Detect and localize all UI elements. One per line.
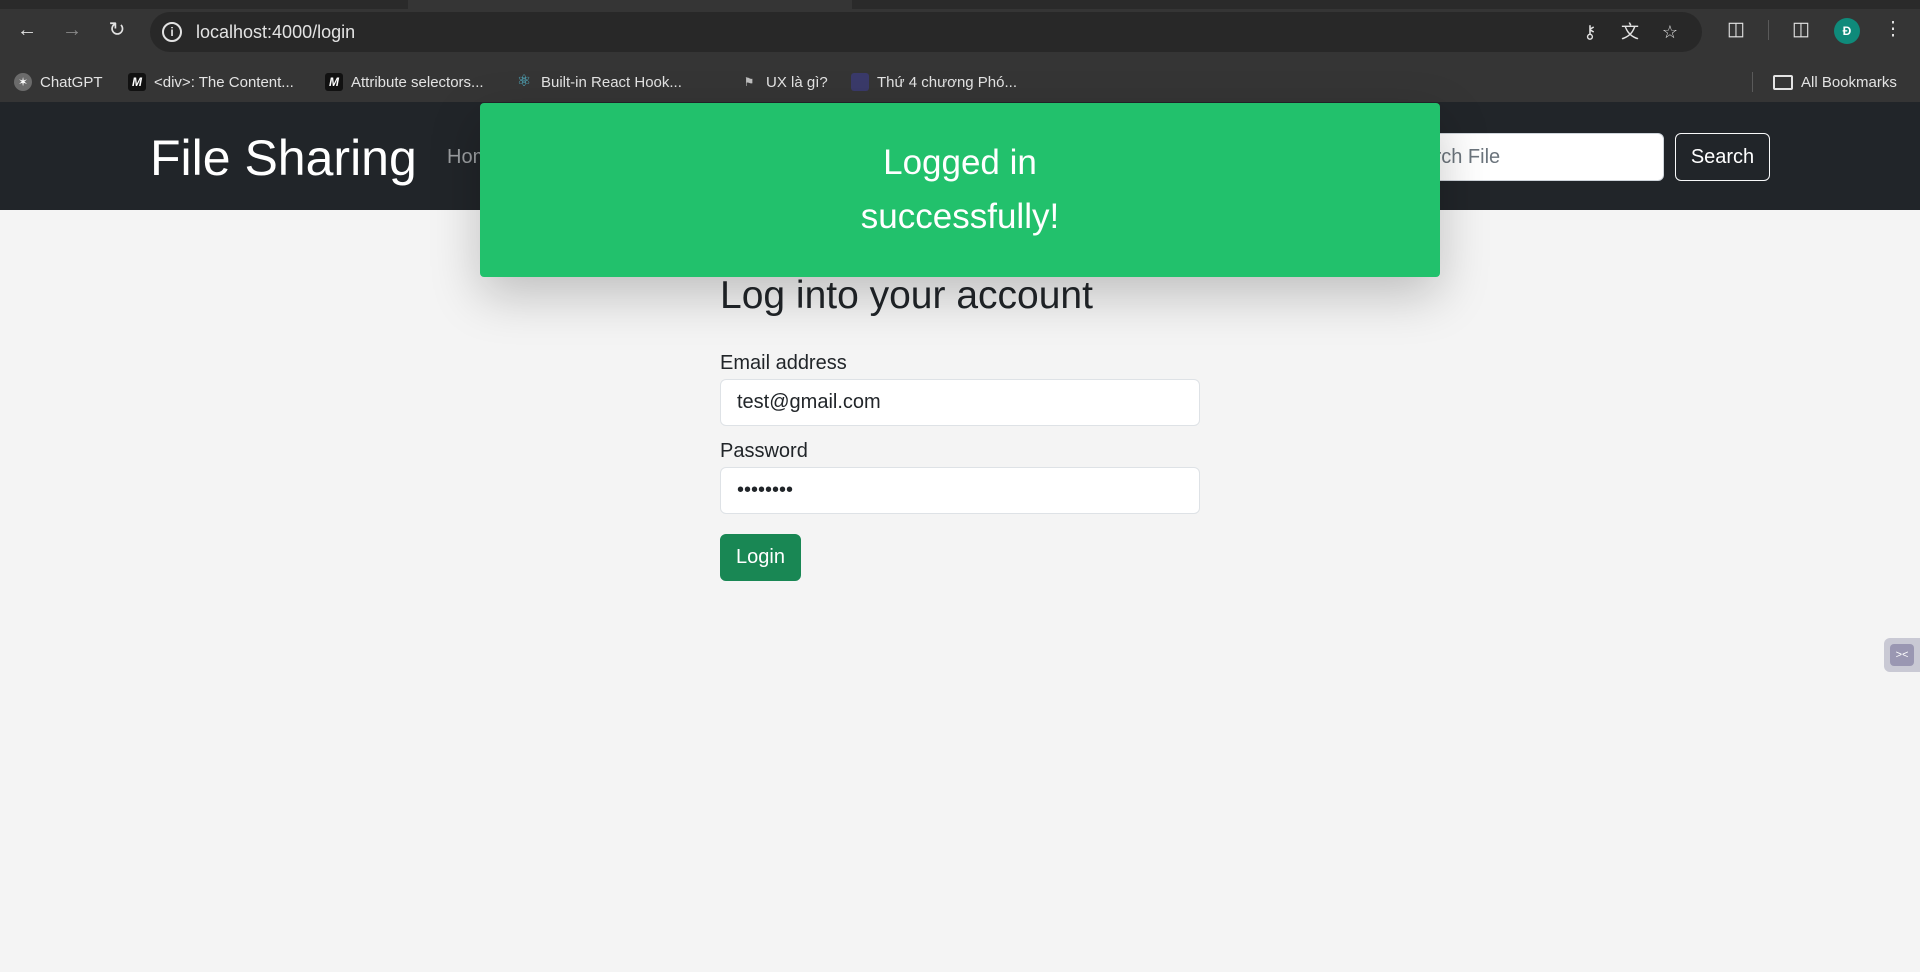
address-bar[interactable]: i localhost:4000/login ⚷ 文 ☆ bbox=[150, 12, 1702, 52]
bookmark-mdn-attribute[interactable]: M Attribute selectors... bbox=[325, 69, 484, 95]
code-icon: >< bbox=[1890, 644, 1914, 666]
side-panel-icon[interactable]: ◫ bbox=[1787, 16, 1815, 44]
translate-icon[interactable]: 文 bbox=[1618, 21, 1642, 43]
tab-strip bbox=[0, 0, 1920, 9]
arrow-right-icon: → bbox=[62, 19, 82, 41]
chatgpt-icon: ✶ bbox=[14, 73, 32, 91]
folder-icon bbox=[1773, 74, 1793, 90]
mdn-icon: M bbox=[325, 73, 343, 91]
login-button[interactable]: Login bbox=[720, 534, 801, 581]
search-button[interactable]: Search bbox=[1675, 133, 1770, 181]
email-field[interactable] bbox=[720, 379, 1200, 426]
mdn-icon: M bbox=[128, 73, 146, 91]
brand-logo[interactable]: File Sharing bbox=[150, 129, 417, 187]
reload-button[interactable]: ↻ bbox=[103, 16, 131, 44]
react-icon: ⚛ bbox=[516, 73, 532, 90]
extension-side-widget[interactable]: >< bbox=[1884, 638, 1920, 672]
bookmarks-bar: ✶ ChatGPT M <div>: The Content... M Attr… bbox=[0, 62, 1920, 102]
bookmark-chatgpt[interactable]: ✶ ChatGPT bbox=[14, 69, 103, 95]
browser-toolbar: ← → ↻ i localhost:4000/login ⚷ 文 ☆ ◫ ◫ Đ… bbox=[0, 0, 1920, 62]
toast-message: Logged in successfully! bbox=[860, 143, 1060, 236]
avatar[interactable]: Đ bbox=[1834, 18, 1860, 44]
toolbar-divider bbox=[1768, 20, 1769, 40]
bookmark-ux[interactable]: ⚑ UX là gì? bbox=[740, 69, 828, 95]
password-label: Password bbox=[720, 440, 808, 462]
doc-icon bbox=[851, 73, 869, 91]
bookmark-label: ChatGPT bbox=[40, 73, 103, 91]
bookmark-react-hooks[interactable]: ⚛ Built-in React Hook... bbox=[515, 69, 682, 95]
active-tab[interactable] bbox=[408, 0, 852, 9]
forward-button[interactable]: → bbox=[58, 16, 86, 44]
arrow-left-icon: ← bbox=[17, 19, 37, 41]
success-toast[interactable]: Logged in successfully! bbox=[480, 103, 1440, 277]
bookmark-mdn-div[interactable]: M <div>: The Content... bbox=[128, 69, 294, 95]
kebab-menu-icon[interactable]: ⋮ bbox=[1879, 16, 1907, 44]
bookmark-label: Thứ 4 chương Phó... bbox=[877, 73, 1017, 91]
puzzle-icon[interactable]: ◫ bbox=[1722, 16, 1750, 44]
bookmark-label: <div>: The Content... bbox=[154, 73, 294, 91]
reload-icon: ↻ bbox=[108, 19, 126, 41]
email-label: Email address bbox=[720, 352, 847, 374]
bookmark-label: Attribute selectors... bbox=[351, 73, 484, 91]
bookmark-label: Built-in React Hook... bbox=[541, 73, 682, 91]
bookmarks-divider bbox=[1752, 72, 1753, 92]
url-text[interactable]: localhost:4000/login bbox=[196, 22, 355, 43]
password-field[interactable] bbox=[720, 467, 1200, 514]
bookmark-doc[interactable]: Thứ 4 chương Phó... bbox=[851, 69, 1017, 95]
back-button[interactable]: ← bbox=[13, 16, 41, 44]
all-bookmarks-label: All Bookmarks bbox=[1801, 73, 1897, 91]
login-form: Log into your account Email address Pass… bbox=[720, 268, 1200, 581]
all-bookmarks[interactable]: All Bookmarks bbox=[1773, 69, 1897, 95]
star-icon[interactable]: ☆ bbox=[1658, 21, 1682, 43]
bookmark-label: UX là gì? bbox=[766, 73, 828, 91]
ux-icon: ⚑ bbox=[743, 75, 755, 89]
info-icon[interactable]: i bbox=[162, 22, 182, 42]
key-icon[interactable]: ⚷ bbox=[1578, 21, 1602, 43]
